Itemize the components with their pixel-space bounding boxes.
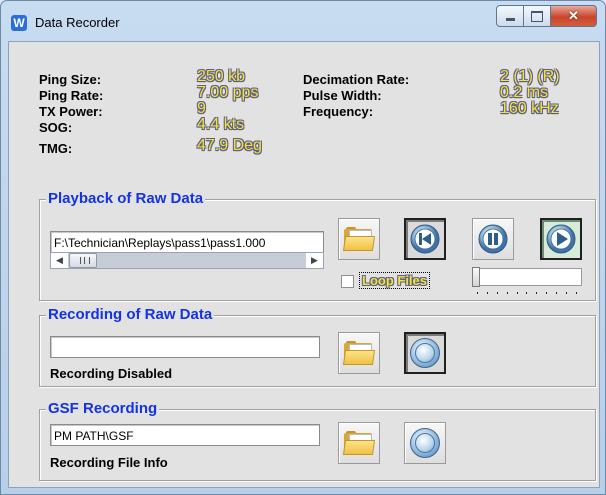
open-folder-icon <box>342 227 376 251</box>
gsf-open-folder-button[interactable] <box>338 422 380 464</box>
tx-power-label: TX Power: <box>39 104 103 119</box>
playback-group-title: Playback of Raw Data <box>46 190 206 207</box>
rewind-icon <box>410 224 440 254</box>
playback-group: Playback of Raw Data F:\Technician\Repla… <box>39 190 596 301</box>
recording-group-title: Recording of Raw Data <box>46 306 215 323</box>
scroll-left-arrow-icon[interactable]: ◀ <box>51 253 68 268</box>
recording-status: Recording Disabled <box>50 366 173 381</box>
recording-path-field[interactable] <box>50 336 320 358</box>
scroll-right-arrow-icon[interactable]: ▶ <box>306 253 323 268</box>
pause-icon <box>478 224 508 254</box>
slider-ticks <box>477 292 577 296</box>
scroll-thumb[interactable] <box>69 253 97 268</box>
maximize-icon <box>531 10 543 22</box>
rewind-button[interactable] <box>404 218 446 260</box>
ping-rate-label: Ping Rate: <box>39 88 104 103</box>
ping-rate-value: 7.00 pps <box>197 84 259 101</box>
play-icon <box>546 224 576 254</box>
sog-label: SOG: <box>39 120 73 135</box>
recording-group: Recording of Raw Data Recording Disabled <box>39 306 596 387</box>
pause-button[interactable] <box>472 218 514 260</box>
sog-value: 4.4 kts <box>197 116 245 133</box>
app-icon: W <box>11 15 27 31</box>
record-icon <box>410 338 440 368</box>
tmg-label: TMG: <box>39 141 73 156</box>
loop-files-checkbox[interactable] <box>341 275 354 288</box>
minimize-icon <box>505 18 515 21</box>
window-title: Data Recorder <box>35 15 120 30</box>
gsf-group: GSF Recording PM PATH\GSF Recording File… <box>39 400 596 481</box>
data-recorder-window: W Data Recorder ✕ Ping Size: Ping Rate: … <box>0 0 606 495</box>
playback-path-scrollbar[interactable]: ◀ ▶ <box>50 252 324 269</box>
decimation-rate-label: Decimation Rate: <box>303 72 410 87</box>
record-button[interactable] <box>404 332 446 374</box>
record-icon <box>410 428 440 458</box>
close-icon: ✕ <box>568 8 579 23</box>
title-bar[interactable]: W Data Recorder ✕ <box>1 1 605 41</box>
open-folder-icon <box>342 341 376 365</box>
loop-files-label[interactable]: Loop Files <box>359 272 430 289</box>
client-area: Ping Size: Ping Rate: TX Power: SOG: TMG… <box>8 41 600 488</box>
gsf-record-button[interactable] <box>404 422 446 464</box>
pulse-width-label: Pulse Width: <box>303 88 382 103</box>
playback-open-folder-button[interactable] <box>338 218 380 260</box>
close-button[interactable]: ✕ <box>551 5 597 27</box>
playback-position-slider[interactable] <box>472 268 582 286</box>
frequency-value: 160 kHz <box>500 100 559 117</box>
gsf-status: Recording File Info <box>50 455 168 470</box>
playback-slider-thumb[interactable] <box>472 267 480 287</box>
open-folder-icon <box>342 431 376 455</box>
grip-icon <box>80 257 90 264</box>
tmg-value: 47.9 Deg <box>197 137 262 154</box>
minimize-button[interactable] <box>496 5 524 27</box>
recording-open-folder-button[interactable] <box>338 332 380 374</box>
gsf-group-title: GSF Recording <box>46 400 160 417</box>
gsf-path-field[interactable]: PM PATH\GSF <box>50 424 320 446</box>
maximize-button[interactable] <box>524 5 551 27</box>
playback-path-field[interactable]: F:\Technician\Replays\pass1\pass1.000 <box>50 231 324 253</box>
frequency-label: Frequency: <box>303 104 374 119</box>
caption-buttons: ✕ <box>496 5 597 27</box>
ping-size-label: Ping Size: <box>39 72 102 87</box>
play-button[interactable] <box>540 218 582 260</box>
